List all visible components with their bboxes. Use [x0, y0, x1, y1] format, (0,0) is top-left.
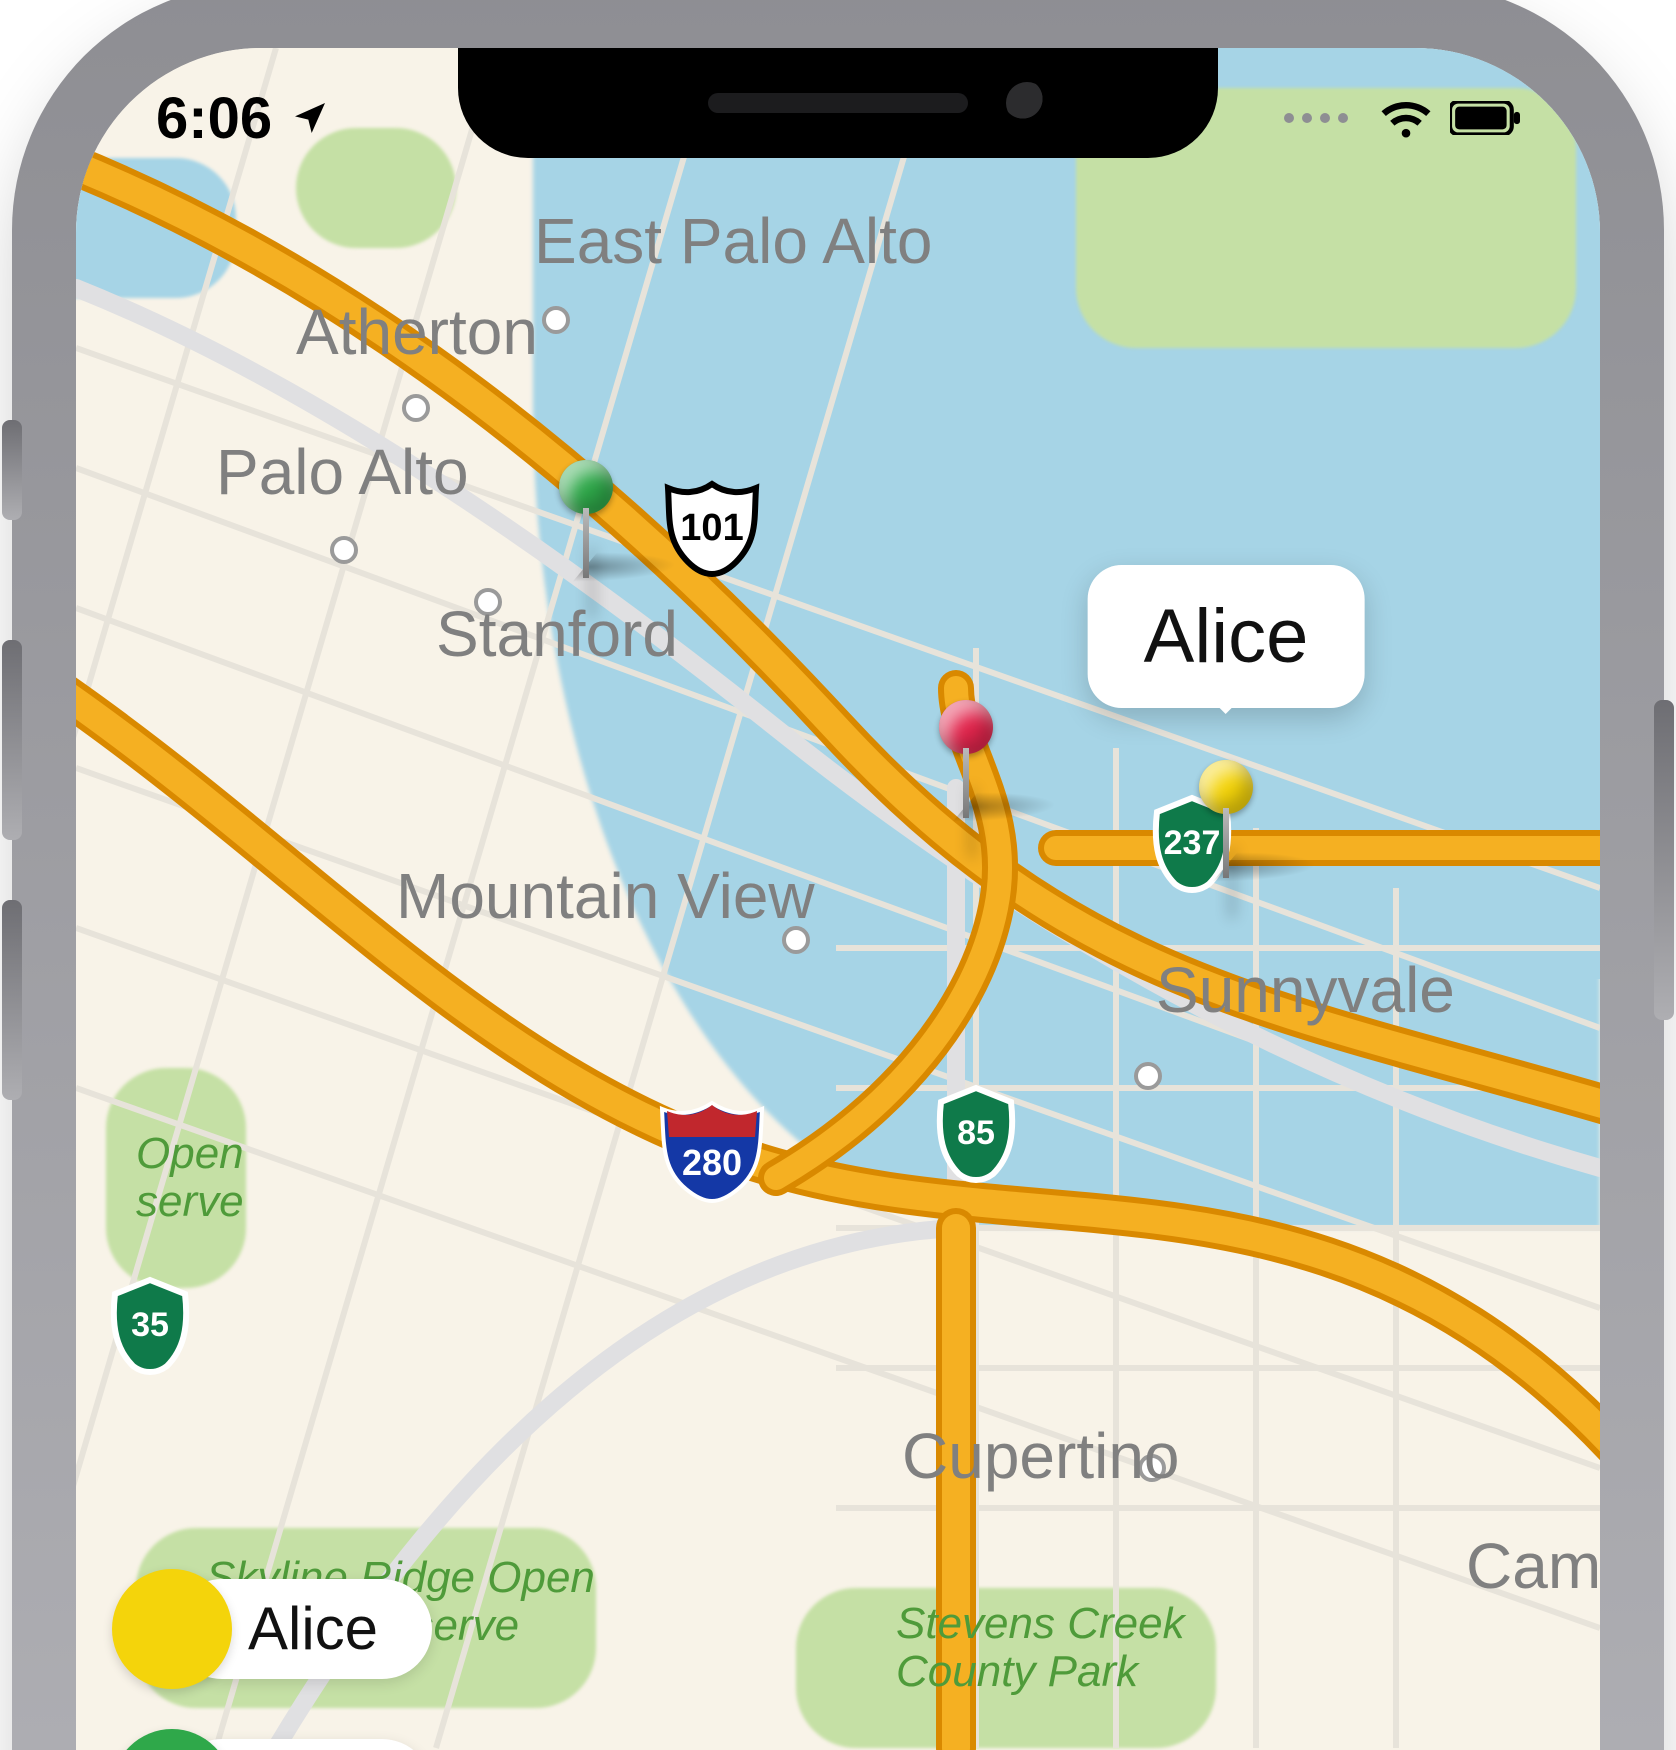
mute-switch[interactable] — [2, 420, 22, 520]
map-park — [106, 1068, 246, 1288]
map-pin-bob[interactable] — [559, 460, 613, 578]
map-view[interactable]: East Palo AltoAthertonPalo AltoStanfordM… — [76, 48, 1600, 1750]
power-button[interactable] — [1654, 700, 1674, 1020]
legend-item-bob[interactable]: Bob — [112, 1729, 456, 1750]
pin-needle — [1223, 808, 1229, 878]
pin-head-icon — [559, 460, 613, 514]
pin-needle — [583, 508, 589, 578]
location-services-icon — [290, 85, 330, 152]
legend-swatch-icon — [112, 1569, 232, 1689]
svg-text:35: 35 — [131, 1306, 169, 1344]
page-indicator-icon — [1284, 113, 1348, 123]
notch — [458, 48, 1218, 158]
pin-head-icon — [939, 700, 993, 754]
phone-frame: 6:06 — [28, 0, 1648, 1750]
wifi-icon — [1380, 98, 1432, 138]
clock: 6:06 — [156, 85, 272, 152]
battery-icon — [1450, 101, 1520, 135]
volume-up-button[interactable] — [2, 640, 22, 840]
volume-down-button[interactable] — [2, 900, 22, 1100]
map-callout[interactable]: Alice — [1088, 565, 1365, 708]
svg-text:280: 280 — [682, 1142, 742, 1183]
svg-text:101: 101 — [680, 507, 743, 549]
pin-needle — [963, 748, 969, 818]
front-camera — [1006, 82, 1048, 124]
highway-shield-ca-85: 85 — [931, 1084, 1021, 1184]
highway-shield-ca-35: 35 — [105, 1276, 195, 1376]
map-pin-alice[interactable] — [1199, 760, 1253, 878]
map-park — [796, 1588, 1216, 1748]
svg-text:85: 85 — [957, 1114, 995, 1152]
legend: Alice Bob Serge John — [112, 1569, 456, 1750]
speaker-grille — [708, 93, 968, 113]
highway-shield-i-280: 280 — [657, 1097, 767, 1207]
screen: 6:06 — [76, 48, 1600, 1750]
legend-swatch-icon — [112, 1729, 232, 1750]
legend-item-alice[interactable]: Alice — [112, 1569, 456, 1689]
map-pin-john[interactable] — [939, 700, 993, 818]
pin-head-icon — [1199, 760, 1253, 814]
